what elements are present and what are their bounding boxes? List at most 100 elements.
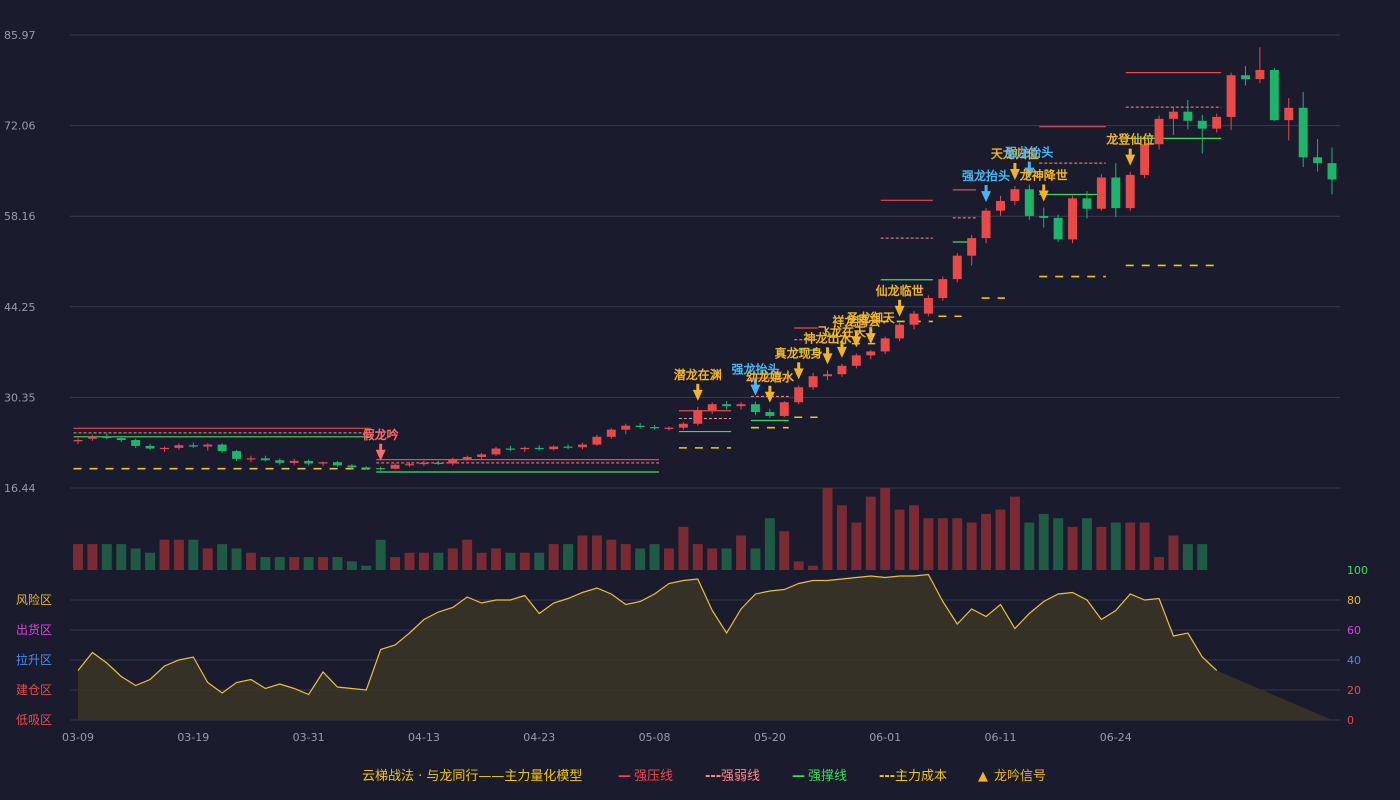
candle-body [534,447,544,450]
date-tick-label: 03-09 [62,731,94,744]
candle-body [448,458,458,464]
candle-body [808,376,818,388]
volume-bar [649,544,660,570]
candle-body [1212,116,1222,129]
volume-bar [1182,544,1193,570]
volume-bar [491,548,501,570]
candle-body [1269,69,1279,121]
legend-item-label[interactable]: 龙吟信号 [994,768,1046,784]
candle-body [549,446,559,450]
volume-bar [231,548,242,570]
signal-arrow-stem [696,383,700,391]
legend-symbol-icon: ▲ [978,769,988,784]
candle-body [837,365,847,375]
volume-bar [937,518,948,570]
volume-bar [1053,518,1064,570]
date-tick-label: 05-08 [639,731,671,744]
candle-body [347,465,357,468]
candle-body [433,462,443,465]
price-tick-label: 30.35 [4,391,36,404]
volume-bar [447,548,458,570]
candle-body [707,404,717,411]
legend-item-label[interactable]: 主力成本 [895,769,947,784]
candle-body [73,440,83,442]
volume-bar [1009,496,1020,570]
dragon-quant-chart: 85.97 72.06 58.16 44.25 30.35 16.44 假龙吟 潜龙在渊 强龙… [0,0,1400,800]
volume-bar [1081,518,1092,570]
candle-body [592,436,602,445]
candle-body [188,445,198,447]
price-tick-label: 85.97 [4,29,36,42]
price-tick-label: 44.25 [4,301,36,314]
signal-label: 强龙抬头 [1005,145,1053,160]
signal-label: 圣龙御天 [846,310,896,325]
volume-bar [721,548,732,570]
candle-body [1024,189,1034,216]
candle-body [246,458,256,460]
signal-arrow-stem [869,327,873,335]
volume-bar [606,539,617,570]
volume-bar [808,565,819,570]
volume-bar [836,505,847,570]
volume-bar [663,548,674,570]
price-tick-label: 16.44 [4,482,36,495]
candle-body [102,436,112,439]
candle-body [419,462,429,465]
volume-bar [1038,513,1049,570]
volume-bar [750,548,761,570]
volume-bar [577,535,588,570]
candle-body [477,454,487,457]
volume-bar [851,522,862,570]
volume-bar [563,544,574,570]
signal-arrow-stem [797,362,801,370]
candle-body [578,444,587,448]
volume-bar [952,518,963,570]
candle-body [318,462,328,464]
signal-arrow-stem [898,299,902,307]
candle-body [232,451,242,459]
volume-bar [188,539,199,570]
volume-bar [217,544,228,570]
volume-bar [390,557,401,570]
candle-body [1183,111,1193,121]
volume-bar [1067,526,1078,570]
signal-label: 真龙现身 [775,345,823,360]
candle-body [736,404,746,407]
volume-bar [505,552,516,570]
candle-body [1068,198,1078,240]
legend-item-label[interactable]: 强撑线 [808,769,847,784]
volume-bar [519,552,530,570]
osc-tick-label: 40 [1347,654,1361,667]
volume-bar [1125,522,1136,570]
legend-item-label[interactable]: 强压线 [634,769,673,784]
volume-bar [880,488,891,570]
candle-body [217,444,227,452]
legend-item-label[interactable]: 强弱线 [721,769,760,784]
date-tick-label: 04-23 [523,731,555,744]
candle-body [1197,120,1207,129]
candle-body [1039,215,1049,218]
candle-body [289,460,299,463]
candle-body [981,210,991,239]
volume-bar [548,544,559,570]
candle-body [203,444,213,447]
volume-bar [534,552,545,570]
price-tick-label: 72.06 [4,120,36,133]
signal-arrow-stem [826,347,830,355]
volume-bar [361,565,372,570]
volume-bar [865,496,876,570]
volume-bar [318,557,329,570]
candle-body [332,462,342,466]
volume-bar [909,505,919,570]
legend-title: 云梯战法 · 与龙同行——主力量化模型 [362,769,582,784]
candle-body [1241,75,1250,80]
volume-bar [476,552,487,570]
date-tick-label: 03-19 [177,731,209,744]
legend-symbol-icon: --- [879,769,895,784]
candle-body [678,423,688,428]
legend-symbol-icon: --- [705,769,721,784]
volume-bar [73,544,83,570]
signal-label: 潜龙在渊 [674,367,722,382]
candle-body [260,458,270,461]
candle-body [145,445,155,449]
